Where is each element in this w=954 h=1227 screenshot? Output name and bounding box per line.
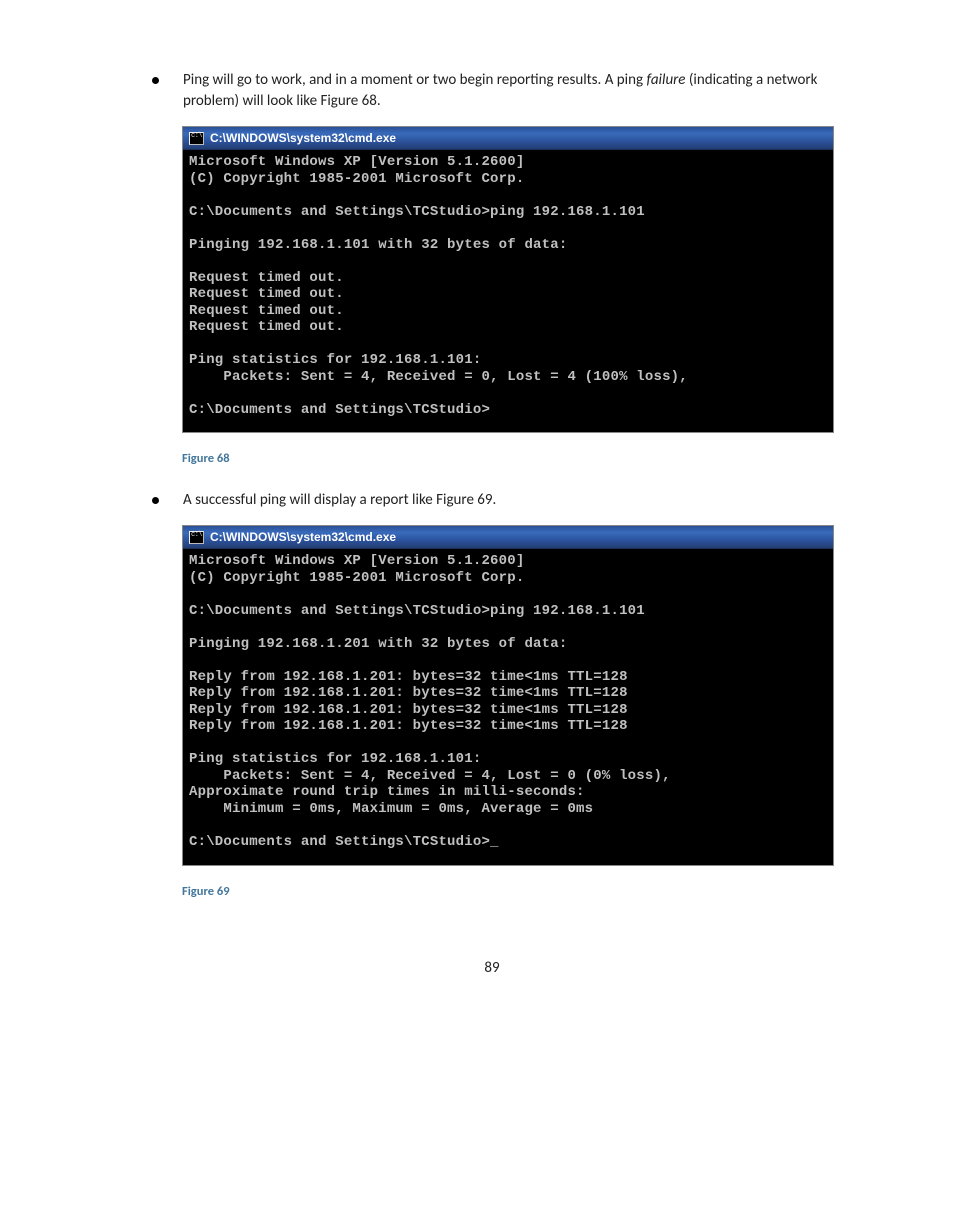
cmd-prompt-icon	[189, 132, 204, 145]
cmd-title-2: C:\WINDOWS\system32\cmd.exe	[210, 530, 396, 544]
bullet-text-2: A successful ping will display a report …	[183, 490, 854, 511]
cmd-title-1: C:\WINDOWS\system32\cmd.exe	[210, 131, 396, 145]
figure-caption-69: Figure 69	[182, 884, 854, 899]
cmd-titlebar-2: C:\WINDOWS\system32\cmd.exe	[183, 526, 833, 549]
document-page: Ping will go to work, and in a moment or…	[0, 0, 954, 997]
cmd-titlebar-1: C:\WINDOWS\system32\cmd.exe	[183, 127, 833, 150]
figure-caption-68: Figure 68	[182, 451, 854, 466]
bullet1-pre: Ping will go to work, and in a moment or…	[183, 71, 646, 89]
bullet-item-1: Ping will go to work, and in a moment or…	[130, 70, 854, 112]
cmd-window-success: C:\WINDOWS\system32\cmd.exe Microsoft Wi…	[182, 525, 834, 865]
cmd-body-1: Microsoft Windows XP [Version 5.1.2600] …	[183, 150, 833, 432]
cmd-body-2: Microsoft Windows XP [Version 5.1.2600] …	[183, 549, 833, 864]
cmd-window-failure: C:\WINDOWS\system32\cmd.exe Microsoft Wi…	[182, 126, 834, 433]
bullet-dot-icon	[152, 77, 159, 84]
bullet-text-1: Ping will go to work, and in a moment or…	[183, 70, 854, 112]
bullet1-italic: failure	[646, 71, 685, 89]
page-number: 89	[130, 959, 854, 977]
bullet-dot-icon	[152, 497, 159, 504]
cmd-prompt-icon	[189, 531, 204, 544]
bullet-item-2: A successful ping will display a report …	[130, 490, 854, 511]
